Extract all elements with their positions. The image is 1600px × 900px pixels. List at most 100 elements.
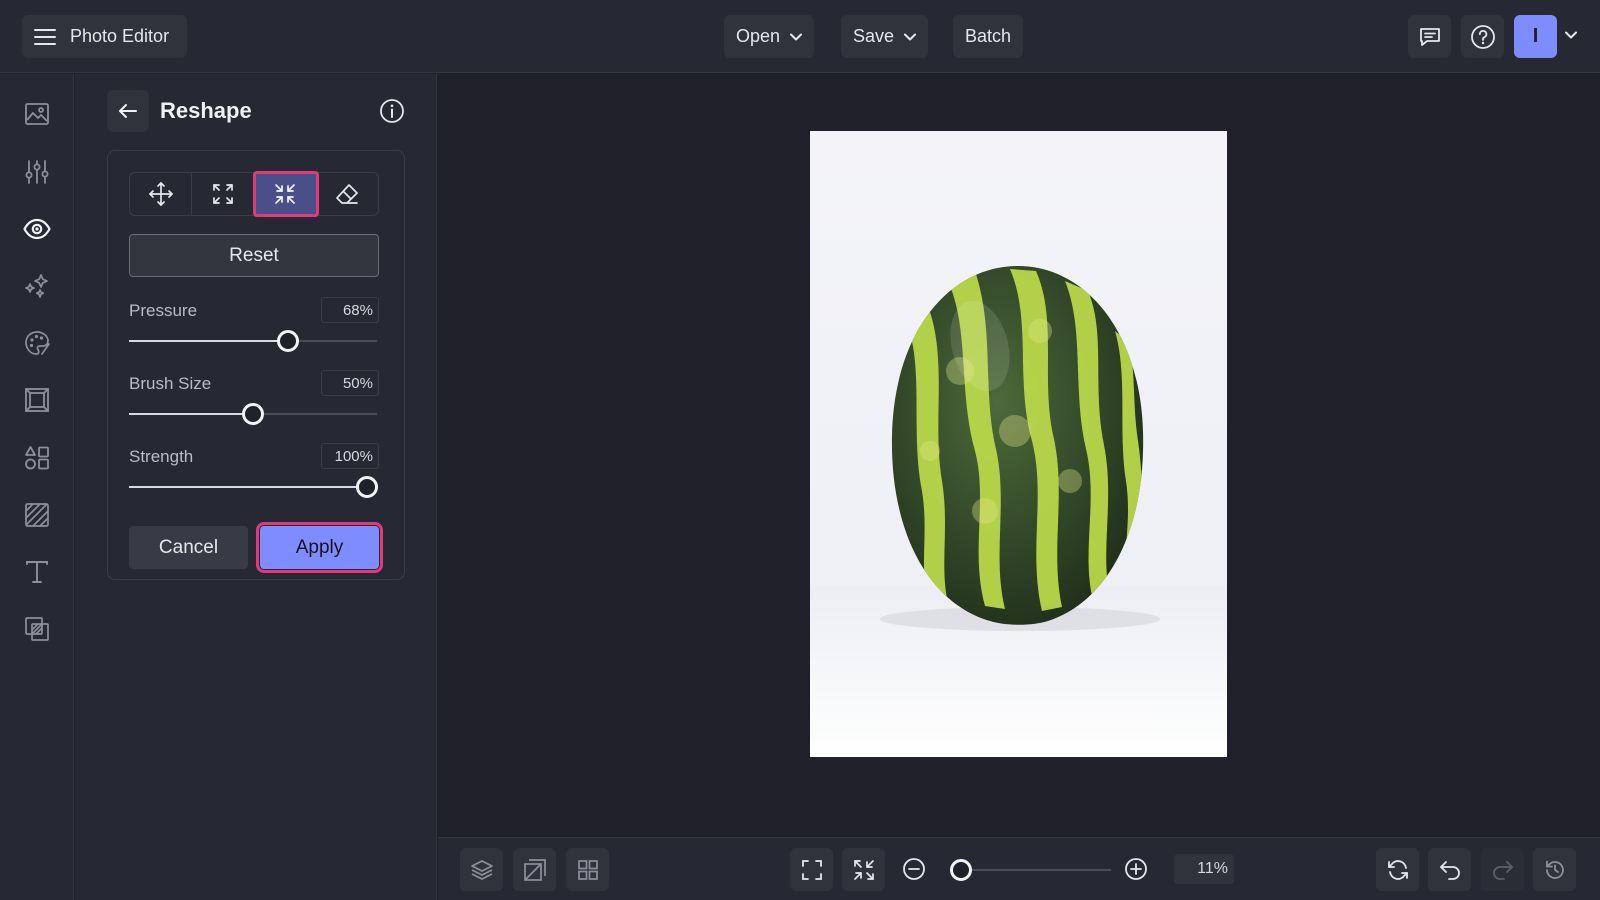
- pressure-slider-row: Pressure 68%: [129, 297, 379, 361]
- strength-value[interactable]: 100%: [321, 443, 379, 469]
- pressure-label: Pressure: [129, 301, 198, 320]
- strength-slider[interactable]: [129, 476, 379, 498]
- rail-item-frames[interactable]: [17, 380, 57, 420]
- shrink-icon: [273, 182, 297, 206]
- app-menu-button[interactable]: Photo Editor: [22, 15, 187, 58]
- help-button[interactable]: [1461, 15, 1504, 58]
- brush-size-slider-thumb[interactable]: [242, 403, 264, 425]
- rail-item-text[interactable]: [17, 552, 57, 592]
- reshape-tool-group: [129, 171, 379, 217]
- overlay-icon: [24, 616, 50, 642]
- actual-size-button[interactable]: [842, 848, 885, 891]
- account-menu-chevron[interactable]: [1565, 31, 1581, 43]
- expand-tool-button[interactable]: [192, 173, 255, 215]
- strength-slider-fill: [129, 486, 368, 488]
- reset-button[interactable]: Reset: [129, 234, 379, 277]
- brush-size-value[interactable]: 50%: [321, 370, 379, 396]
- actual-size-icon: [852, 858, 876, 882]
- cancel-button[interactable]: Cancel: [129, 526, 248, 569]
- save-button[interactable]: Save: [841, 15, 929, 58]
- pressure-slider-fill: [129, 340, 288, 342]
- rail-item-image[interactable]: [17, 94, 57, 134]
- layers-icon: [470, 858, 494, 882]
- reset-rotation-button[interactable]: [1376, 848, 1419, 891]
- photo-canvas[interactable]: [810, 131, 1227, 757]
- frame-icon: [24, 387, 50, 413]
- apply-button[interactable]: Apply: [256, 522, 383, 573]
- brush-size-slider[interactable]: [129, 403, 377, 425]
- batch-label: Batch: [965, 26, 1012, 46]
- pressure-value[interactable]: 68%: [321, 297, 379, 323]
- compare-button[interactable]: [513, 848, 556, 891]
- chevron-down-icon: [1565, 31, 1581, 39]
- grid-view-button[interactable]: [566, 848, 609, 891]
- undo-icon: [1438, 858, 1462, 882]
- reset-rotate-icon: [1386, 858, 1410, 882]
- rail-item-graphics[interactable]: [17, 438, 57, 478]
- menu-icon: [34, 28, 56, 46]
- help-icon: [1470, 24, 1496, 50]
- comment-button[interactable]: [1408, 15, 1451, 58]
- text-icon: [24, 559, 50, 585]
- open-button[interactable]: Open: [724, 15, 815, 58]
- strength-label: Strength: [129, 447, 194, 466]
- zoom-level[interactable]: 11%: [1174, 854, 1234, 884]
- rail-item-adjust[interactable]: [17, 152, 57, 192]
- rail-item-view[interactable]: [17, 209, 57, 249]
- zoom-slider-thumb[interactable]: [949, 859, 972, 881]
- redo-icon: [1491, 858, 1515, 882]
- top-bar: Photo Editor Open Save Batch I: [0, 0, 1600, 73]
- save-label: Save: [853, 26, 895, 46]
- palette-icon: [23, 329, 51, 357]
- zoom-out-icon: [902, 857, 926, 881]
- fit-screen-button[interactable]: [790, 848, 833, 891]
- history-icon: [1543, 858, 1567, 882]
- eye-icon: [23, 218, 51, 240]
- expand-icon: [211, 182, 235, 206]
- rail-item-textures[interactable]: [17, 495, 57, 535]
- panel-title: Reshape: [160, 98, 252, 123]
- brush-size-label: Brush Size: [129, 374, 212, 393]
- reshape-tool-card: Reset Pressure 68% Brush Size 50% Streng…: [107, 150, 405, 580]
- grid-icon: [576, 858, 600, 882]
- brush-size-slider-row: Brush Size 50%: [129, 370, 379, 434]
- tool-rail: [0, 74, 74, 900]
- eraser-tool-button[interactable]: [317, 173, 378, 215]
- zoom-slider[interactable]: [949, 859, 1111, 881]
- avatar-initial: I: [1532, 25, 1539, 47]
- app-title: Photo Editor: [70, 26, 170, 46]
- chevron-down-icon: [790, 33, 803, 41]
- comment-icon: [1418, 25, 1442, 49]
- zoom-out-button[interactable]: [896, 851, 932, 887]
- fit-screen-icon: [800, 858, 824, 882]
- zoom-in-button[interactable]: [1118, 851, 1154, 887]
- info-button[interactable]: [377, 96, 407, 126]
- adjust-sliders-icon: [24, 159, 50, 185]
- reshape-panel: Reshape Reset Pressure 68% Brush Size 50…: [75, 74, 437, 900]
- strength-slider-thumb[interactable]: [356, 476, 379, 498]
- open-label: Open: [736, 26, 781, 46]
- arrow-left-icon: [118, 103, 138, 119]
- rail-item-paint[interactable]: [17, 323, 57, 363]
- move-icon: [148, 181, 174, 207]
- batch-button[interactable]: Batch: [953, 15, 1024, 58]
- pressure-slider[interactable]: [129, 330, 377, 352]
- history-button[interactable]: [1533, 848, 1576, 891]
- avatar[interactable]: I: [1514, 15, 1557, 58]
- rail-item-effects[interactable]: [17, 266, 57, 306]
- shrink-tool-button[interactable]: [252, 171, 319, 217]
- zoom-in-icon: [1124, 857, 1148, 881]
- info-icon: [379, 98, 405, 124]
- sparkles-icon: [23, 272, 51, 300]
- texture-icon: [24, 502, 50, 528]
- pressure-slider-thumb[interactable]: [276, 330, 299, 352]
- back-button[interactable]: [107, 90, 149, 132]
- eraser-icon: [334, 181, 360, 207]
- layers-button[interactable]: [460, 848, 503, 891]
- redo-button[interactable]: [1481, 848, 1524, 891]
- shapes-icon: [24, 445, 50, 471]
- rail-item-overlays[interactable]: [17, 609, 57, 649]
- canvas-area: [438, 74, 1600, 837]
- undo-button[interactable]: [1428, 848, 1471, 891]
- move-tool-button[interactable]: [130, 173, 193, 215]
